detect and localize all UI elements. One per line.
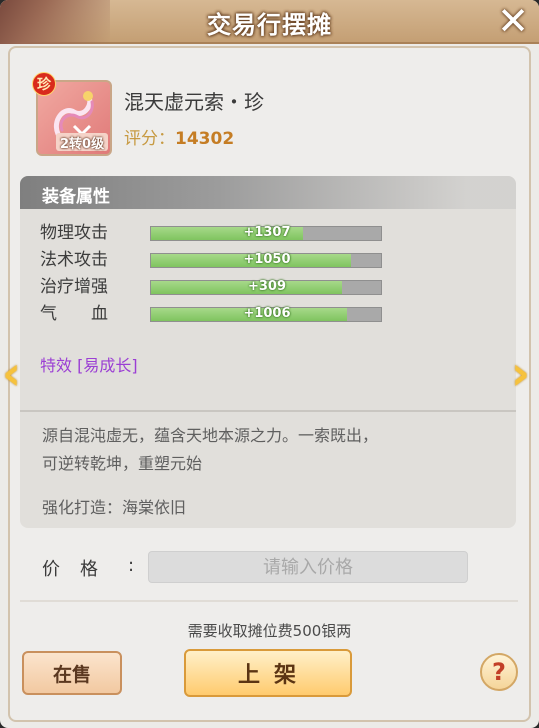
stat-row-physical-attack: 物理攻击 +1307 <box>40 223 382 243</box>
price-colon: : <box>128 555 135 576</box>
help-icon[interactable]: ? <box>480 653 518 691</box>
trade-stall-panel: 交易行摆摊 ✕ 珍 2转0级 混天虚元索・珍 评分：14302 装备属性 物理攻… <box>0 0 539 728</box>
stat-bar: +1006 <box>150 306 382 322</box>
stat-bar: +1050 <box>150 252 382 268</box>
item-level-tag: 2转0级 <box>56 133 109 152</box>
special-effect: 特效 [易成长] <box>40 356 138 375</box>
description-line-1: 源自混沌虚无，蕴含天地本源之力。一索既出， <box>42 426 379 445</box>
prev-item-arrow-icon[interactable]: ‹ <box>2 350 28 396</box>
stat-row-healing-boost: 治疗增强 +309 <box>40 277 382 297</box>
stat-label: 物理攻击 <box>40 223 108 243</box>
window-title: 交易行摆摊 <box>207 11 332 39</box>
score-row: 评分：14302 <box>124 124 234 149</box>
stat-row-hp: 气 血 +1006 <box>40 304 382 324</box>
stat-label: 治疗增强 <box>40 277 108 297</box>
price-label: 价格 <box>42 559 118 580</box>
stat-bar: +1307 <box>150 225 382 241</box>
stat-value: +1307 <box>243 225 291 240</box>
next-item-arrow-icon[interactable]: › <box>511 350 537 396</box>
stat-value: +1050 <box>243 252 291 267</box>
close-icon[interactable]: ✕ <box>493 2 533 42</box>
score-value: 14302 <box>175 129 235 149</box>
forge-info: 强化打造：海棠依旧 <box>42 498 187 517</box>
description-line-2: 可逆转乾坤，重塑元始 <box>42 454 203 473</box>
on-sale-button[interactable]: 在售 <box>22 651 122 695</box>
score-label: 评分： <box>124 129 175 149</box>
stat-bar: +309 <box>150 279 382 295</box>
price-input[interactable] <box>148 551 468 583</box>
list-item-button[interactable]: 上架 <box>184 649 352 697</box>
item-name: 混天虚元索・珍 <box>124 90 264 114</box>
stall-fee-text: 需要收取摊位费500银两 <box>187 622 352 640</box>
stat-label: 法术攻击 <box>40 250 108 270</box>
rarity-badge: 珍 <box>32 72 56 96</box>
attributes-box: 装备属性 物理攻击 +1307 法术攻击 +1050 治疗增强 +309 气 血 <box>20 176 516 528</box>
stat-value: +309 <box>247 279 287 294</box>
stat-label: 气 血 <box>40 304 108 324</box>
title-bar: 交易行摆摊 ✕ <box>0 0 539 44</box>
item-description: 源自混沌虚无，蕴含天地本源之力。一索既出， 可逆转乾坤，重塑元始 <box>42 422 482 478</box>
separator <box>20 600 518 602</box>
attributes-header: 装备属性 <box>20 176 516 209</box>
attributes-title: 装备属性 <box>42 187 110 207</box>
stat-value: +1006 <box>243 306 291 321</box>
divider <box>20 410 516 412</box>
stat-row-magic-attack: 法术攻击 +1050 <box>40 250 382 270</box>
